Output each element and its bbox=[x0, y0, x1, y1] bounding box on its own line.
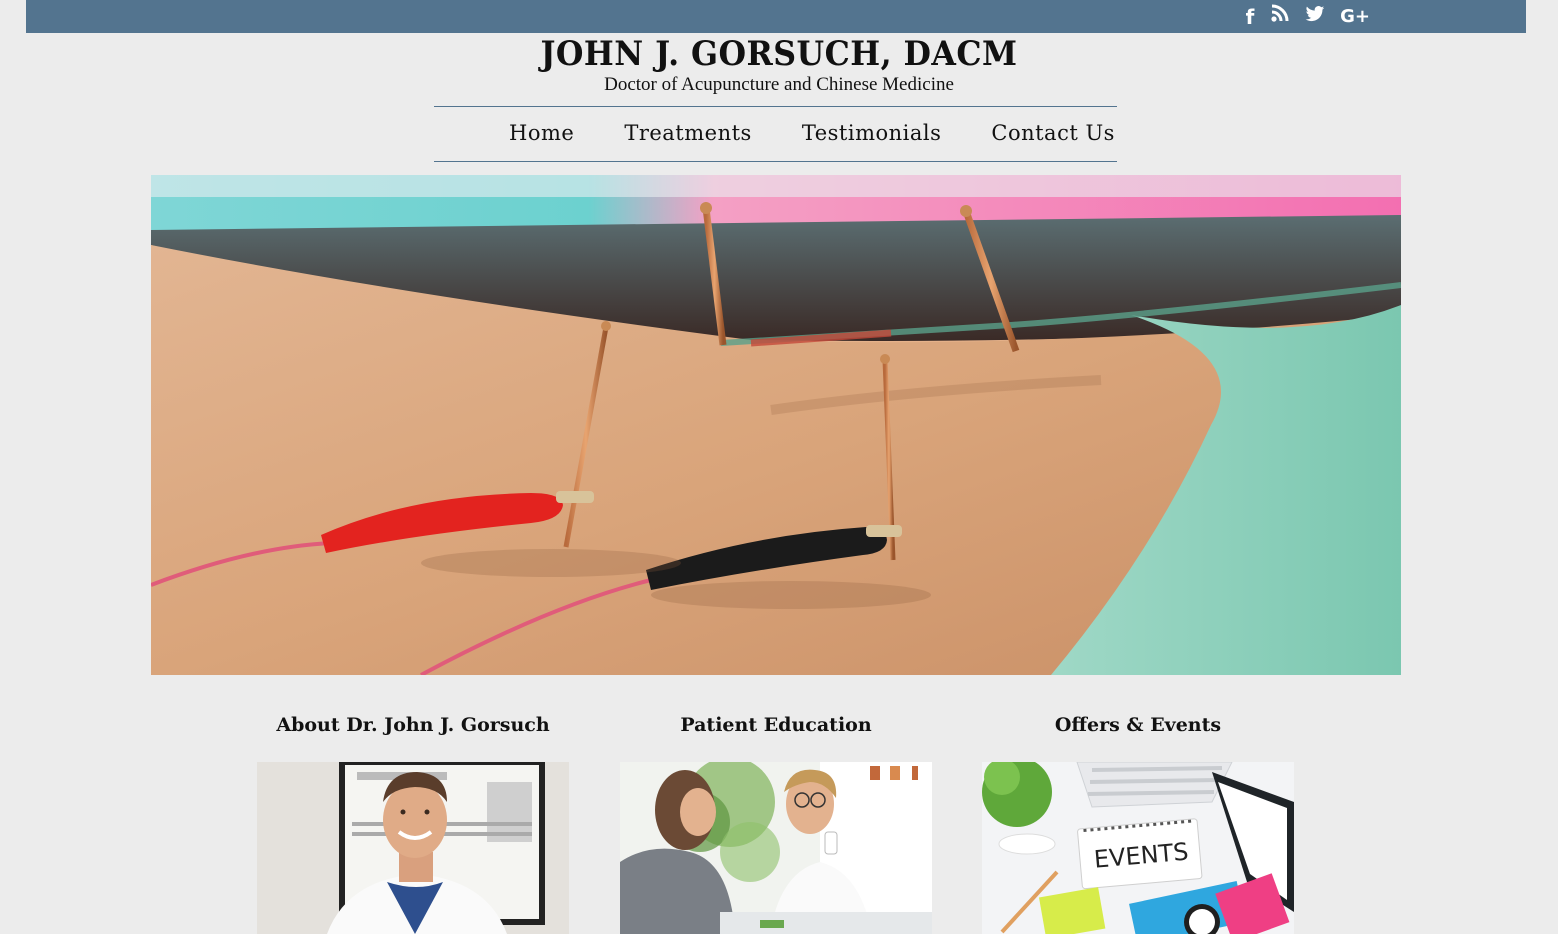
nav-item-testimonials: Testimonials bbox=[802, 121, 942, 145]
acupuncture-needles-illustration bbox=[151, 175, 1401, 675]
site-subtitle: Doctor of Acupuncture and Chinese Medici… bbox=[604, 74, 954, 95]
patient-consultation-image[interactable] bbox=[620, 762, 932, 934]
events-desk-drawing: EVENTS bbox=[982, 762, 1294, 934]
site-title[interactable]: JOHN J. GORSUCH, DACM bbox=[55, 34, 1504, 74]
doctor-portrait-drawing bbox=[257, 762, 569, 934]
nav-link-home[interactable]: Home bbox=[509, 121, 574, 145]
main-navigation: Home Treatments Testimonials Contact Us bbox=[434, 106, 1117, 162]
education-column: Patient Education bbox=[620, 710, 932, 934]
nav-link-contact[interactable]: Contact Us bbox=[991, 121, 1115, 145]
twitter-glyph bbox=[1305, 5, 1325, 21]
social-links: f G+ bbox=[1244, 3, 1370, 30]
nav-list: Home Treatments Testimonials Contact Us bbox=[509, 121, 1115, 145]
twitter-icon[interactable] bbox=[1304, 4, 1326, 30]
about-column: About Dr. John J. Gorsuch bbox=[257, 710, 569, 934]
nav-item-treatments: Treatments bbox=[624, 121, 752, 145]
rss-glyph bbox=[1271, 4, 1289, 22]
nav-link-treatments[interactable]: Treatments bbox=[624, 121, 752, 145]
google-plus-icon[interactable]: G+ bbox=[1340, 4, 1370, 30]
site-branding: JOHN J. GORSUCH, DACM Doctor of Acupunct… bbox=[0, 34, 1558, 96]
facebook-icon[interactable]: f bbox=[1244, 4, 1256, 30]
nav-item-home: Home bbox=[509, 121, 574, 145]
events-column: Offers & Events EVENTS bbox=[982, 710, 1294, 934]
education-heading[interactable]: Patient Education bbox=[620, 710, 932, 740]
hero-image bbox=[151, 175, 1401, 675]
events-heading[interactable]: Offers & Events bbox=[982, 710, 1294, 740]
top-bar: f G+ bbox=[26, 0, 1526, 33]
nav-link-testimonials[interactable]: Testimonials bbox=[802, 121, 942, 145]
doctor-portrait-image[interactable] bbox=[257, 762, 569, 934]
about-heading[interactable]: About Dr. John J. Gorsuch bbox=[257, 710, 569, 740]
nav-item-contact: Contact Us bbox=[991, 121, 1115, 145]
consultation-drawing bbox=[620, 762, 932, 934]
rss-icon[interactable] bbox=[1270, 3, 1290, 30]
events-desk-image[interactable]: EVENTS bbox=[982, 762, 1294, 934]
